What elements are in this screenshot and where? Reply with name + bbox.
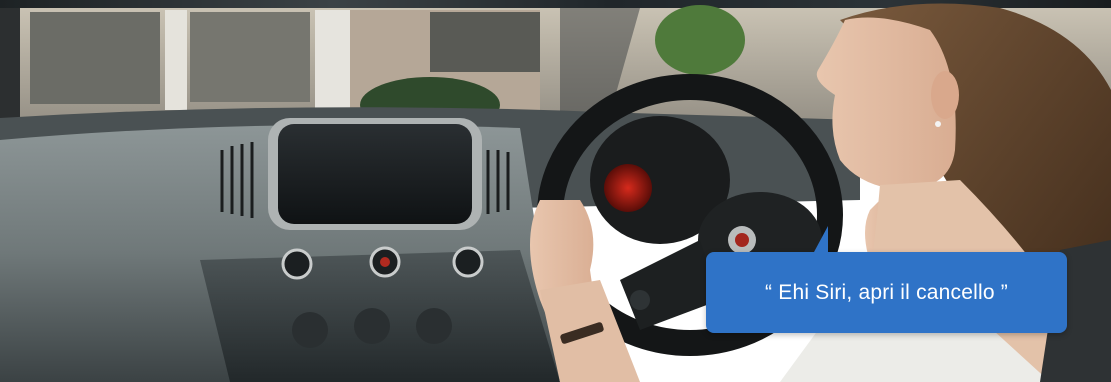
speech-bubble: “ Ehi Siri, apri il cancello ”: [706, 226, 1067, 333]
hero-photo: “ Ehi Siri, apri il cancello ”: [0, 0, 1111, 382]
speech-bubble-tail: [814, 226, 828, 252]
speech-bubble-text: “ Ehi Siri, apri il cancello ”: [765, 280, 1008, 304]
